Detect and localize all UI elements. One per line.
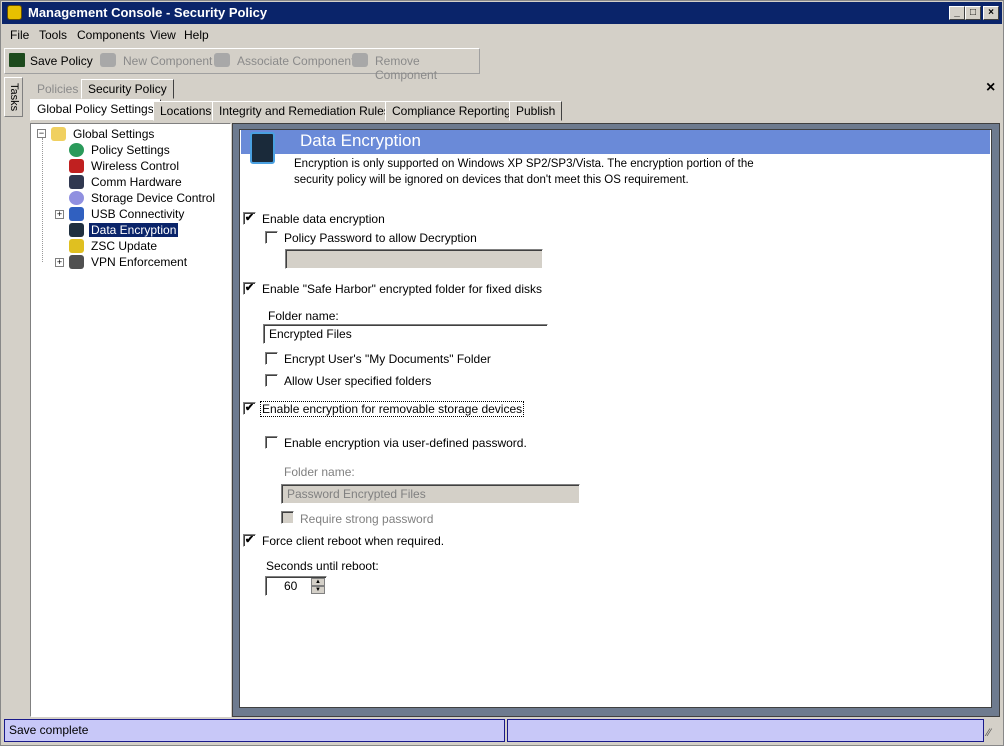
- tab-policies[interactable]: Policies: [30, 79, 86, 99]
- remove-component-button[interactable]: Remove Component: [375, 54, 479, 82]
- minimize-button[interactable]: _: [949, 6, 965, 20]
- new-component-icon: [100, 53, 116, 67]
- require-strong-password-checkbox[interactable]: [281, 511, 294, 524]
- safe-harbor-checkbox[interactable]: ✔: [243, 282, 256, 295]
- hardware-icon: [69, 175, 84, 189]
- user-password-checkbox[interactable]: [265, 436, 278, 449]
- title-bar: Management Console - Security Policy: [2, 2, 1002, 24]
- tree-item-comm-hardware[interactable]: Comm Hardware: [69, 174, 184, 190]
- menu-bar: File Tools Components View Help: [1, 25, 1004, 45]
- status-panel-right: [507, 719, 984, 742]
- folder-name-label: Folder name:: [268, 309, 339, 323]
- toolbar: Save Policy New Component Associate Comp…: [4, 48, 480, 82]
- encrypt-my-documents-label: Encrypt User's "My Documents" Folder: [284, 352, 491, 366]
- save-icon: [9, 53, 25, 67]
- update-icon: [69, 239, 84, 253]
- menu-view[interactable]: View: [150, 28, 176, 42]
- tab-compliance-reporting[interactable]: Compliance Reporting: [385, 101, 518, 121]
- settings-tree: − Global Settings Policy Settings Wirele…: [30, 123, 231, 717]
- associate-component-icon: [214, 53, 230, 67]
- safe-harbor-label: Enable "Safe Harbor" encrypted folder fo…: [262, 282, 542, 296]
- spinner-down-button[interactable]: ▼: [311, 586, 325, 594]
- panel-description: security policy will be ignored on devic…: [294, 174, 689, 186]
- associate-component-button[interactable]: Associate Component: [237, 54, 354, 68]
- tree-item-storage-device-control[interactable]: Storage Device Control: [69, 190, 217, 206]
- encrypt-my-documents-checkbox[interactable]: [265, 352, 278, 365]
- tree-item-wireless-control[interactable]: Wireless Control: [69, 158, 181, 174]
- tab-security-policy[interactable]: Security Policy: [81, 79, 174, 99]
- enable-data-encryption-label: Enable data encryption: [262, 212, 385, 226]
- folder-icon: [51, 127, 66, 141]
- tree-item-data-encryption[interactable]: Data Encryption: [69, 222, 179, 238]
- password-folder-name-label: Folder name:: [284, 465, 355, 479]
- new-component-button[interactable]: New Component: [123, 54, 212, 68]
- tree-item-usb-connectivity[interactable]: USB Connectivity: [69, 206, 186, 222]
- expand-toggle[interactable]: +: [55, 258, 64, 267]
- removable-storage-label: Enable encryption for removable storage …: [260, 401, 525, 417]
- allow-user-folders-label: Allow User specified folders: [284, 374, 432, 388]
- require-strong-password-label: Require strong password: [300, 512, 434, 526]
- enable-data-encryption-checkbox[interactable]: ✔: [243, 212, 256, 225]
- encryption-lock-icon: [250, 132, 275, 164]
- tab-global-policy-settings[interactable]: Global Policy Settings: [30, 99, 161, 121]
- close-button[interactable]: ×: [983, 6, 999, 20]
- policy-password-input[interactable]: [285, 249, 543, 269]
- save-policy-button[interactable]: Save Policy: [30, 54, 93, 68]
- force-reboot-checkbox[interactable]: ✔: [243, 534, 256, 547]
- spinner-up-button[interactable]: ▲: [311, 578, 325, 586]
- collapse-toggle[interactable]: −: [37, 129, 46, 138]
- resize-grip-icon[interactable]: ⁄⁄: [987, 727, 991, 739]
- panel-title: Data Encryption: [300, 131, 421, 150]
- wireless-icon: [69, 159, 84, 173]
- tab-locations[interactable]: Locations: [153, 101, 219, 121]
- tree-item-vpn-enforcement[interactable]: VPN Enforcement: [69, 254, 189, 270]
- allow-user-folders-checkbox[interactable]: [265, 374, 278, 387]
- tab-integrity-remediation[interactable]: Integrity and Remediation Rules: [212, 101, 397, 121]
- seconds-until-reboot-label: Seconds until reboot:: [266, 559, 379, 573]
- usb-icon: [69, 207, 84, 221]
- globe-icon: [69, 143, 84, 157]
- tree-item-policy-settings[interactable]: Policy Settings: [69, 142, 172, 158]
- folder-name-input[interactable]: Encrypted Files: [263, 324, 548, 344]
- user-password-label: Enable encryption via user-defined passw…: [284, 436, 527, 450]
- status-message: Save complete: [4, 719, 505, 742]
- vpn-icon: [69, 255, 84, 269]
- remove-component-icon: [352, 53, 368, 67]
- tab-publish[interactable]: Publish: [509, 101, 563, 121]
- tree-item-zsc-update[interactable]: ZSC Update: [69, 238, 159, 254]
- status-bar: Save complete ⁄⁄: [4, 719, 1001, 743]
- disc-icon: [69, 191, 84, 205]
- expand-toggle[interactable]: +: [55, 210, 64, 219]
- removable-storage-checkbox[interactable]: ✔: [243, 402, 256, 415]
- policy-password-checkbox[interactable]: [265, 231, 278, 244]
- menu-help[interactable]: Help: [184, 28, 209, 42]
- menu-tools[interactable]: Tools: [39, 28, 67, 42]
- policy-password-label: Policy Password to allow Decryption: [284, 231, 477, 245]
- force-reboot-label: Force client reboot when required.: [262, 534, 445, 548]
- panel-description: Encryption is only supported on Windows …: [294, 158, 754, 170]
- close-document-button[interactable]: ×: [986, 79, 995, 97]
- maximize-button[interactable]: □: [965, 6, 981, 20]
- tree-item-global-settings[interactable]: Global Settings: [51, 126, 156, 142]
- password-folder-name-input[interactable]: Password Encrypted Files: [281, 484, 580, 504]
- app-icon: [7, 5, 22, 20]
- tasks-pane-tab[interactable]: Tasks: [4, 77, 23, 117]
- menu-file[interactable]: File: [10, 28, 29, 42]
- lock-icon: [69, 223, 84, 237]
- seconds-value: 60: [284, 579, 298, 593]
- menu-components[interactable]: Components: [77, 28, 145, 42]
